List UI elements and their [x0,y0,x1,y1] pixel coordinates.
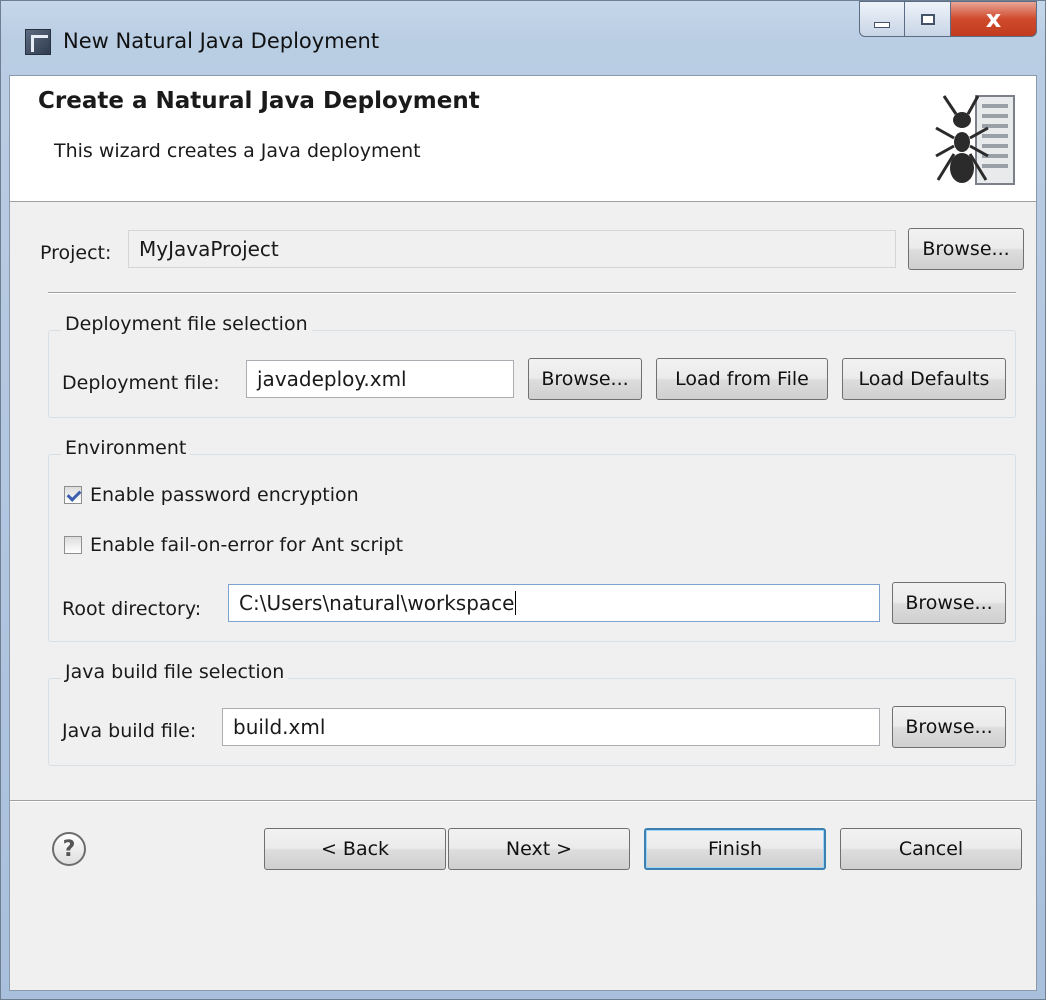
root-browse-button[interactable]: Browse... [892,582,1006,624]
password-encryption-checkbox[interactable] [64,486,82,504]
java-build-file-label: Java build file: [62,720,197,742]
deployment-file-input[interactable]: javadeploy.xml [246,360,514,398]
deployment-file-label: Deployment file: [62,372,220,394]
app-icon [25,29,51,55]
password-encryption-label: Enable password encryption [90,484,359,506]
next-button[interactable]: Next > [448,828,630,870]
title-bar[interactable]: New Natural Java Deployment x [1,1,1045,75]
java-build-browse-button[interactable]: Browse... [892,706,1006,748]
java-build-group-legend: Java build file selection [61,661,289,683]
project-browse-button[interactable]: Browse... [908,228,1024,270]
root-directory-input[interactable]: C:\Users\natural\workspace [228,584,880,622]
page-title: Create a Natural Java Deployment [38,88,480,114]
finish-button[interactable]: Finish [644,828,826,870]
page-description: This wizard creates a Java deployment [54,140,421,162]
wizard-content: Create a Natural Java Deployment This wi… [9,75,1037,991]
wizard-banner: Create a Natural Java Deployment This wi… [10,76,1036,202]
wizard-window: New Natural Java Deployment x Create a N… [0,0,1046,1000]
minimize-icon [874,22,890,28]
load-defaults-button[interactable]: Load Defaults [842,358,1006,400]
deployment-group-legend: Deployment file selection [61,313,312,335]
java-build-file-input[interactable]: build.xml [222,708,880,746]
password-encryption-option[interactable]: Enable password encryption [64,484,359,506]
close-button[interactable]: x [951,1,1037,37]
maximize-button[interactable] [905,1,951,37]
minimize-button[interactable] [859,1,905,37]
text-caret [515,591,517,615]
separator [48,292,1016,294]
window-title: New Natural Java Deployment [63,29,380,53]
window-controls: x [859,1,1037,43]
footer-separator [10,800,1036,802]
fail-on-error-option[interactable]: Enable fail-on-error for Ant script [64,534,403,556]
fail-on-error-label: Enable fail-on-error for Ant script [90,534,404,556]
root-directory-label: Root directory: [62,598,202,620]
deployment-browse-button[interactable]: Browse... [528,358,642,400]
root-directory-value: C:\Users\natural\workspace [239,591,515,615]
fail-on-error-checkbox[interactable] [64,536,82,554]
back-button[interactable]: < Back [264,828,446,870]
project-field[interactable]: MyJavaProject [128,230,896,268]
load-from-file-button[interactable]: Load from File [656,358,828,400]
project-label: Project: [40,242,112,264]
maximize-icon [920,13,935,25]
close-icon: x [985,5,1002,33]
help-icon[interactable]: ? [52,832,86,866]
environment-group-legend: Environment [61,437,191,459]
ant-server-icon [935,95,1015,185]
cancel-button[interactable]: Cancel [840,828,1022,870]
